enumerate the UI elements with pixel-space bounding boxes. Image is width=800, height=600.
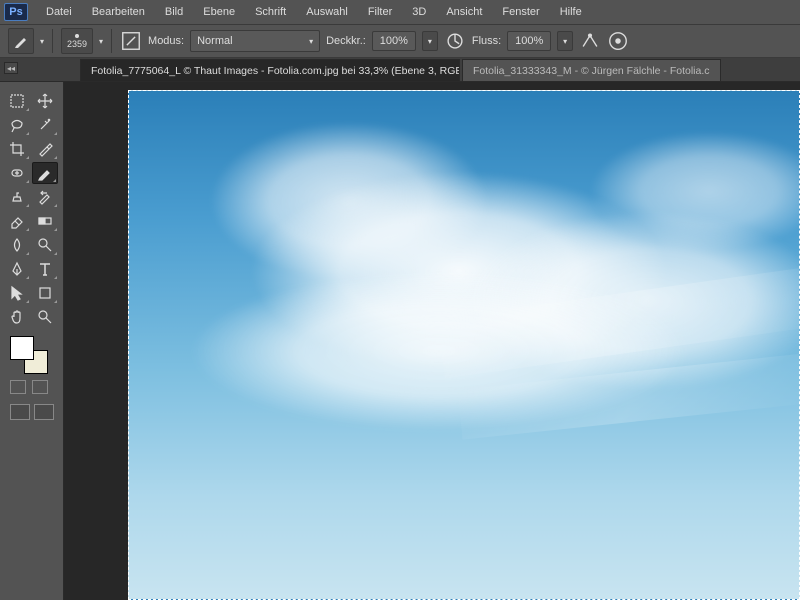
menu-hilfe[interactable]: Hilfe (550, 2, 592, 22)
document-canvas[interactable] (128, 90, 800, 600)
opacity-input[interactable]: 100% (372, 31, 416, 51)
shape-tool[interactable] (32, 282, 58, 304)
opacity-label: Deckkr.: (326, 35, 366, 47)
foreground-color[interactable] (10, 336, 34, 360)
healing-brush-tool[interactable] (4, 162, 30, 184)
chevron-down-icon: ▾ (309, 37, 313, 46)
pressure-opacity-icon[interactable] (444, 30, 466, 52)
history-brush-tool[interactable] (32, 186, 58, 208)
eraser-tool[interactable] (4, 210, 30, 232)
hand-tool[interactable] (4, 306, 30, 328)
eyedropper-tool[interactable] (32, 138, 58, 160)
document-tab-bar: ◂◂ Fotolia_7775064_L © Thaut Images - Fo… (0, 58, 800, 82)
options-bar: ▾ 2359 ▾ Modus: Normal ▾ Deckkr.: 100% ▾… (0, 24, 800, 58)
brush-tool[interactable] (32, 162, 58, 184)
tool-preset-picker[interactable] (8, 28, 34, 54)
crop-tool[interactable] (4, 138, 30, 160)
menu-3d[interactable]: 3D (402, 2, 436, 22)
magic-wand-tool[interactable] (32, 114, 58, 136)
mode-label: Modus: (148, 35, 184, 47)
color-swatches[interactable] (10, 336, 48, 374)
flow-input[interactable]: 100% (507, 31, 551, 51)
lasso-tool[interactable] (4, 114, 30, 136)
menu-ansicht[interactable]: Ansicht (436, 2, 492, 22)
menu-ebene[interactable]: Ebene (193, 2, 245, 22)
marquee-tool[interactable] (4, 90, 30, 112)
pressure-size-icon[interactable] (607, 30, 629, 52)
tab-label: Fotolia_7775064_L © Thaut Images - Fotol… (91, 65, 460, 77)
tab-label: Fotolia_31333343_M - © Jürgen Fälchle - … (473, 65, 710, 77)
chevron-down-icon[interactable]: ▾ (99, 37, 103, 46)
blend-mode-value: Normal (197, 35, 232, 47)
swap-colors-icon[interactable] (32, 380, 48, 394)
clone-stamp-tool[interactable] (4, 186, 30, 208)
blend-mode-select[interactable]: Normal ▾ (190, 30, 320, 52)
zoom-tool[interactable] (32, 306, 58, 328)
default-colors-icon[interactable] (10, 380, 26, 394)
toolbox (0, 82, 64, 600)
dodge-tool[interactable] (32, 234, 58, 256)
chevron-down-icon[interactable]: ▾ (40, 37, 44, 46)
flow-label: Fluss: (472, 35, 501, 47)
main-area (0, 82, 800, 600)
brush-size-picker[interactable]: 2359 (61, 28, 93, 54)
brush-panel-toggle-icon[interactable] (120, 30, 142, 52)
menu-bearbeiten[interactable]: Bearbeiten (82, 2, 155, 22)
menu-filter[interactable]: Filter (358, 2, 402, 22)
blur-tool[interactable] (4, 234, 30, 256)
pen-tool[interactable] (4, 258, 30, 280)
document-tab-active[interactable]: Fotolia_7775064_L © Thaut Images - Fotol… (80, 59, 460, 81)
menu-auswahl[interactable]: Auswahl (296, 2, 358, 22)
type-tool[interactable] (32, 258, 58, 280)
menu-bild[interactable]: Bild (155, 2, 193, 22)
app-logo[interactable]: Ps (4, 3, 28, 21)
collapse-panels-icon[interactable]: ◂◂ (4, 62, 18, 74)
menu-fenster[interactable]: Fenster (492, 2, 549, 22)
brush-icon (13, 33, 29, 49)
menubar: Ps Datei Bearbeiten Bild Ebene Schrift A… (0, 0, 800, 24)
path-selection-tool[interactable] (4, 282, 30, 304)
quickmask-mode-icon[interactable] (34, 404, 54, 420)
menu-schrift[interactable]: Schrift (245, 2, 296, 22)
gradient-tool[interactable] (32, 210, 58, 232)
brush-size-value: 2359 (67, 39, 87, 49)
airbrush-icon[interactable] (579, 30, 601, 52)
flow-caret[interactable]: ▾ (557, 31, 573, 51)
move-tool[interactable] (32, 90, 58, 112)
menu-datei[interactable]: Datei (36, 2, 82, 22)
document-tab[interactable]: Fotolia_31333343_M - © Jürgen Fälchle - … (462, 59, 721, 81)
standard-mode-icon[interactable] (10, 404, 30, 420)
canvas-area[interactable] (64, 82, 800, 600)
opacity-caret[interactable]: ▾ (422, 31, 438, 51)
